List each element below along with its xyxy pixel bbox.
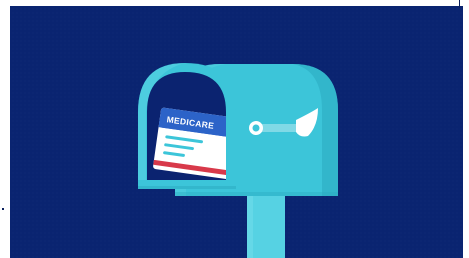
medicare-mailbox-illustration: MEDICARE	[10, 6, 463, 258]
left-edge-mark	[2, 208, 4, 210]
corner-mark	[459, 0, 460, 8]
image-frame: MEDICARE	[0, 0, 469, 258]
